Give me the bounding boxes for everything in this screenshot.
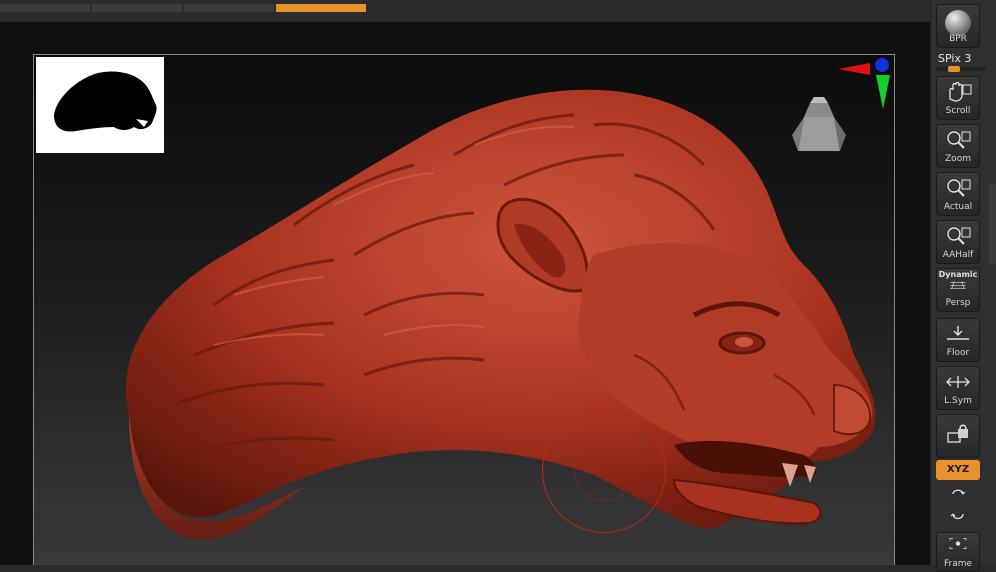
floor-button[interactable]: Floor [936, 318, 980, 362]
xyz-button[interactable]: XYZ [936, 460, 980, 480]
persp-button[interactable]: Dynamic Persp [936, 268, 980, 312]
zoom-label: Zoom [945, 154, 971, 164]
xyz-label: XYZ [946, 464, 970, 475]
spix-slider[interactable] [936, 66, 986, 72]
document-canvas[interactable] [0, 22, 930, 565]
actual-label: Actual [943, 202, 973, 212]
floor-label: Floor [946, 348, 970, 358]
lock-camera-button[interactable] [936, 414, 980, 458]
bpr-button[interactable]: BPR [936, 4, 980, 48]
tab-segment-active[interactable] [276, 4, 366, 12]
lsym-label: L.Sym [944, 396, 972, 406]
floor-icon [947, 326, 969, 340]
aahalf-icon [947, 227, 971, 245]
brush-cursor-inner [574, 441, 634, 501]
frame-icon [949, 538, 967, 549]
spix-slider-knob[interactable] [948, 66, 960, 72]
actual-button[interactable]: Actual [936, 172, 980, 216]
scroll-label: Scroll [945, 106, 971, 116]
frame-label: Frame [943, 559, 973, 569]
spix-label: SPix 3 [938, 52, 972, 65]
tab-segment[interactable] [184, 4, 274, 12]
3d-viewport[interactable] [33, 54, 895, 565]
lsym-button[interactable]: L.Sym [936, 366, 980, 410]
zoom-magnifier-icon [947, 131, 971, 149]
zoom-button[interactable]: Zoom [936, 124, 980, 168]
top-tab-strip [0, 0, 930, 22]
lock-camera-icon [947, 424, 968, 443]
shelf-collapse-handle[interactable] [989, 184, 996, 264]
aahalf-label: AAHalf [942, 250, 974, 260]
rotate-y-icon[interactable] [949, 486, 967, 502]
lion-head-sculpt[interactable] [34, 55, 894, 565]
perspective-grid-icon [950, 281, 966, 290]
bpr-label: BPR [949, 34, 967, 44]
frame-button[interactable]: Frame [936, 532, 980, 572]
persp-label: Persp [945, 298, 971, 308]
rotate-z-icon[interactable] [949, 508, 967, 524]
right-shelf: BPR SPix 3 Scroll Zoom Actual AAHalf Dyn… [930, 0, 996, 572]
bpr-sphere-icon [945, 10, 971, 36]
actual-size-icon [947, 179, 971, 197]
scroll-button[interactable]: Scroll [936, 76, 980, 120]
camera-box-icon [792, 97, 846, 151]
tab-segment[interactable] [92, 4, 182, 12]
aahalf-button[interactable]: AAHalf [936, 220, 980, 264]
dynamic-label: Dynamic [938, 270, 978, 279]
tab-segment[interactable] [0, 4, 90, 12]
local-symmetry-icon [946, 376, 970, 388]
hand-scroll-icon [949, 81, 972, 102]
